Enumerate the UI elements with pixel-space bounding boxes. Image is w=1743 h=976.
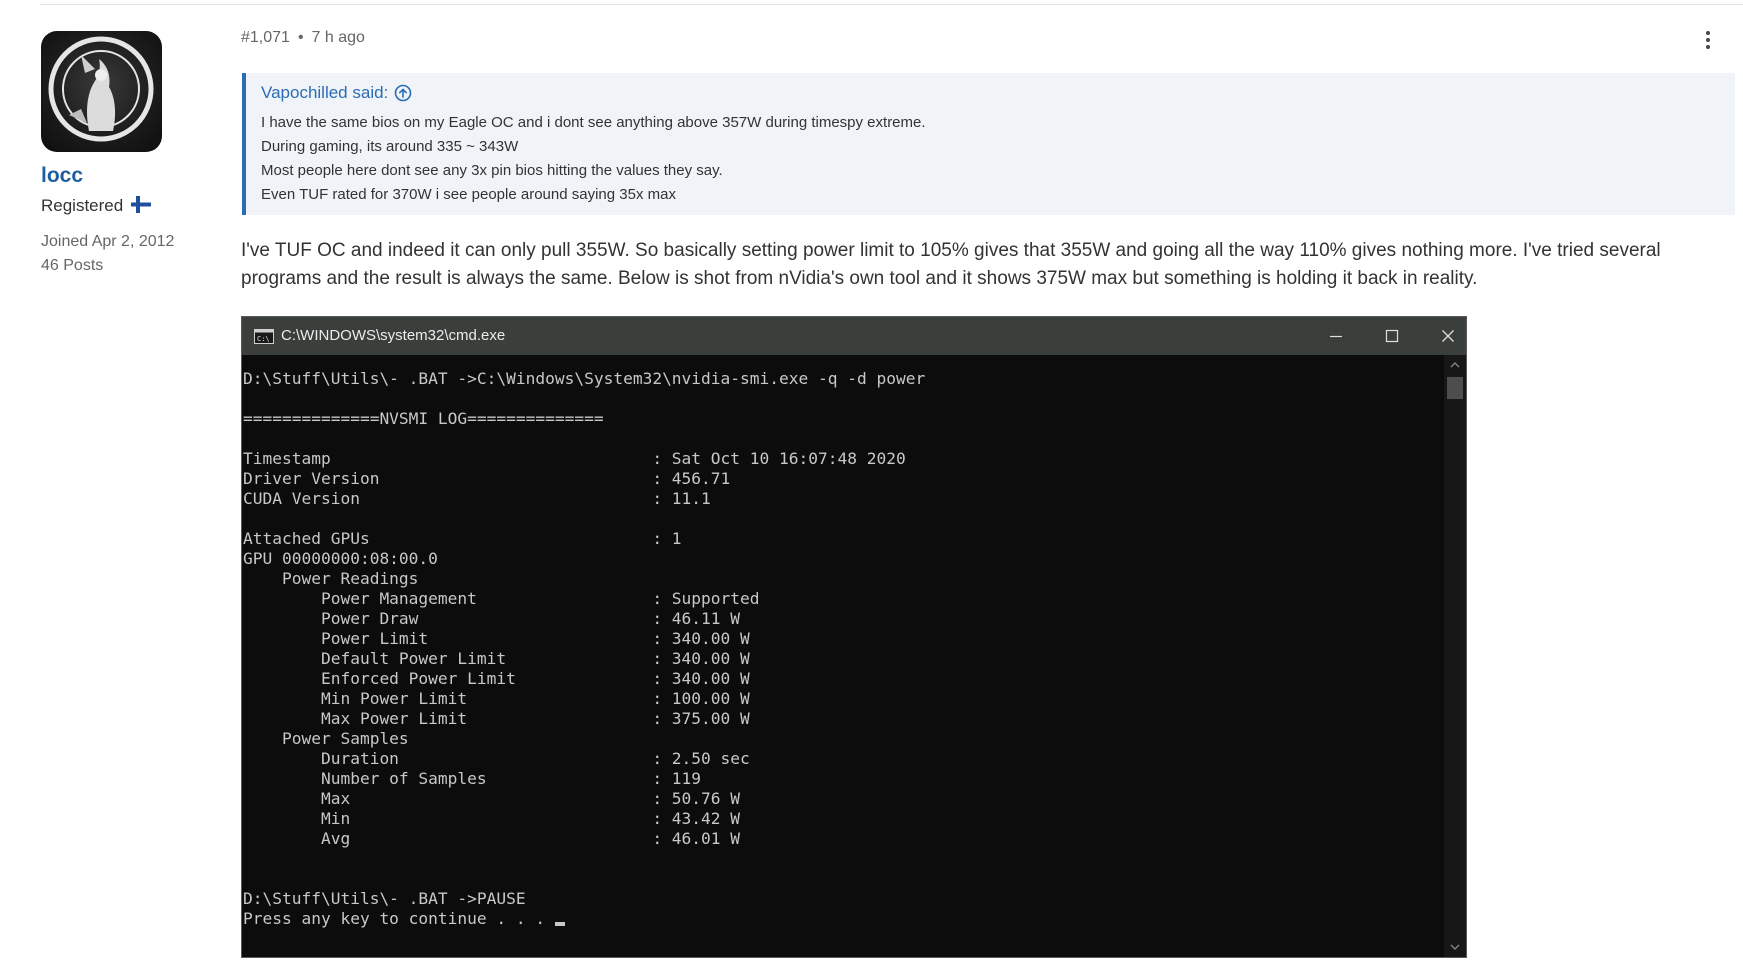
user-role: Registered bbox=[41, 196, 124, 215]
scroll-thumb[interactable] bbox=[1447, 377, 1463, 399]
cmd-scrollbar[interactable] bbox=[1444, 355, 1466, 957]
scroll-up-button[interactable] bbox=[1444, 355, 1466, 375]
cmd-line bbox=[243, 509, 1433, 529]
cmd-screenshot-image[interactable]: C:\ C:\WINDOWS\system32\cmd.exe D:\Stuff… bbox=[241, 316, 1467, 958]
minimize-icon bbox=[1330, 335, 1342, 338]
cmd-output: D:\Stuff\Utils\- .BAT ->C:\Windows\Syste… bbox=[243, 369, 1433, 929]
cmd-line bbox=[243, 429, 1433, 449]
cmd-line bbox=[243, 389, 1433, 409]
cmd-line: GPU 00000000:08:00.0 bbox=[243, 549, 438, 568]
cmd-line: D:\Stuff\Utils\- .BAT ->C:\Windows\Syste… bbox=[243, 369, 926, 388]
finland-flag-icon bbox=[131, 196, 151, 213]
post-time[interactable]: 7 h ago bbox=[312, 29, 365, 46]
quote-text: I have the same bios on my Eagle OC and … bbox=[261, 111, 1735, 207]
chevron-up-icon bbox=[1450, 362, 1460, 368]
cmd-line: Avg : 46.01 W bbox=[243, 829, 741, 848]
post-count: 46 Posts bbox=[41, 257, 104, 274]
cmd-line: Max : 50.76 W bbox=[243, 789, 741, 808]
cmd-line: Power Draw : 46.11 W bbox=[243, 609, 741, 628]
minimize-button[interactable] bbox=[1308, 317, 1364, 355]
cmd-line: Power Management : Supported bbox=[243, 589, 760, 608]
cmd-line: Attached GPUs : 1 bbox=[243, 529, 682, 548]
cmd-icon: C:\ bbox=[254, 329, 274, 344]
seal-avatar-icon bbox=[48, 36, 154, 142]
cmd-line: ==============NVSMI LOG============== bbox=[243, 409, 604, 428]
cmd-line bbox=[243, 869, 1433, 889]
cmd-line: Number of Samples : 119 bbox=[243, 769, 702, 788]
cmd-line: Max Power Limit : 375.00 W bbox=[243, 709, 750, 728]
top-divider bbox=[40, 4, 1743, 5]
scroll-down-button[interactable] bbox=[1444, 937, 1466, 957]
cmd-line: CUDA Version : 11.1 bbox=[243, 489, 711, 508]
arrow-up-circle-icon bbox=[394, 84, 412, 102]
quote-line: Even TUF rated for 370W i see people aro… bbox=[261, 186, 676, 203]
quote-line: Most people here dont see any 3x pin bio… bbox=[261, 162, 723, 179]
maximize-icon bbox=[1385, 329, 1399, 343]
cmd-line: Min : 43.42 W bbox=[243, 809, 741, 828]
chevron-down-icon bbox=[1450, 944, 1460, 950]
cmd-prompt-text: Press any key to continue . . . bbox=[243, 909, 555, 928]
cmd-line: Driver Version : 456.71 bbox=[243, 469, 731, 488]
post-body-text: I've TUF OC and indeed it can only pull … bbox=[241, 240, 1661, 289]
close-button[interactable] bbox=[1420, 317, 1466, 355]
text-cursor bbox=[554, 922, 565, 926]
cmd-window-title: C:\WINDOWS\system32\cmd.exe bbox=[281, 327, 506, 344]
cmd-line: Power Limit : 340.00 W bbox=[243, 629, 750, 648]
join-date: Joined Apr 2, 2012 bbox=[41, 233, 175, 250]
quote-author-label: Vapochilled said: bbox=[261, 83, 389, 102]
post-meta: #1,071 • 7 h ago bbox=[241, 29, 365, 47]
vertical-ellipsis-icon[interactable] bbox=[1701, 29, 1715, 51]
username-link[interactable]: locc bbox=[41, 164, 83, 188]
cmd-titlebar: C:\ C:\WINDOWS\system32\cmd.exe bbox=[242, 317, 1466, 355]
cmd-line bbox=[243, 849, 1433, 869]
close-icon bbox=[1442, 330, 1454, 342]
cmd-line: Default Power Limit : 340.00 W bbox=[243, 649, 750, 668]
quote-block: Vapochilled said: I have the same bios o… bbox=[242, 73, 1735, 215]
cmd-prompt-line: Press any key to continue . . . bbox=[243, 909, 1433, 929]
cmd-line: Min Power Limit : 100.00 W bbox=[243, 689, 750, 708]
quote-line: I have the same bios on my Eagle OC and … bbox=[261, 114, 926, 131]
quote-line: During gaming, its around 335 ~ 343W bbox=[261, 138, 519, 155]
meta-separator: • bbox=[297, 29, 304, 46]
cmd-line: D:\Stuff\Utils\- .BAT ->PAUSE bbox=[243, 889, 526, 908]
cmd-line: Power Readings bbox=[243, 569, 419, 588]
cmd-line: Enforced Power Limit : 340.00 W bbox=[243, 669, 750, 688]
cmd-line: Power Samples bbox=[243, 729, 409, 748]
svg-text:C:\: C:\ bbox=[257, 335, 270, 343]
cmd-line: Timestamp : Sat Oct 10 16:07:48 2020 bbox=[243, 449, 906, 468]
maximize-button[interactable] bbox=[1364, 317, 1420, 355]
post-number[interactable]: #1,071 bbox=[241, 29, 290, 46]
user-avatar[interactable] bbox=[41, 31, 162, 152]
cmd-line: Duration : 2.50 sec bbox=[243, 749, 750, 768]
quote-author-link[interactable]: Vapochilled said: bbox=[261, 83, 1735, 103]
